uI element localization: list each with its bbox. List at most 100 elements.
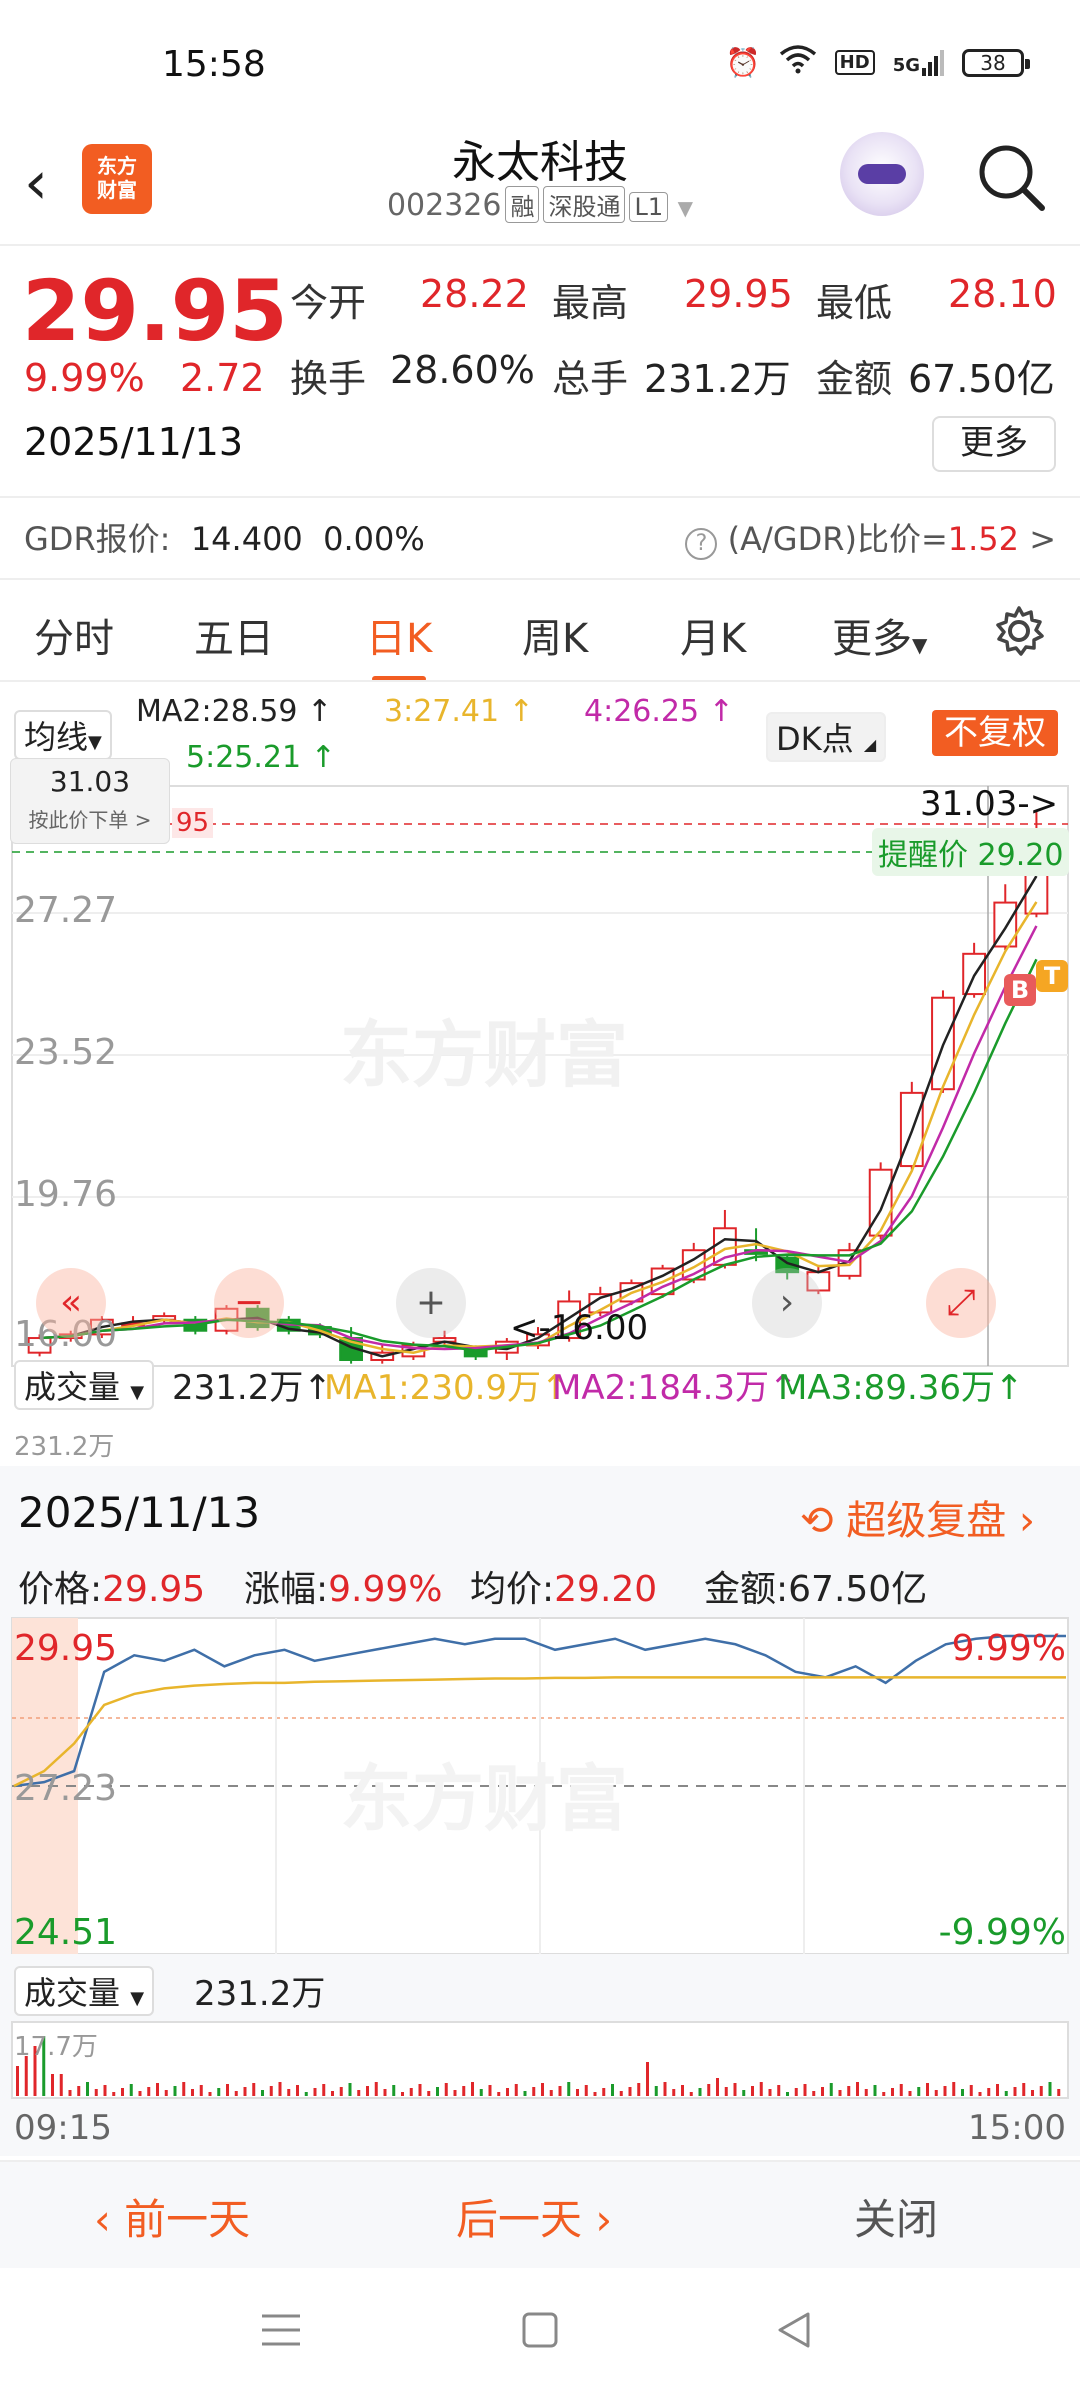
volume-bar [733, 2083, 737, 2096]
hd-icon: HD [834, 50, 875, 75]
volume-bar [296, 2085, 299, 2096]
volume-bar [969, 2085, 973, 2096]
tab-intraday[interactable]: 分时 [34, 606, 114, 664]
volume-bar [549, 2090, 553, 2096]
intraday-pct-bottom: -9.99% [938, 1912, 1066, 1953]
tab-five-day[interactable]: 五日 [194, 606, 274, 664]
volume-bar [707, 2084, 711, 2096]
zoom-out-icon[interactable]: − [214, 1268, 284, 1338]
volume-bar [86, 2082, 89, 2096]
next-day-button[interactable]: 后一天 › [456, 2186, 612, 2247]
candle-body [868, 1168, 893, 1237]
volume-bar [208, 2092, 212, 2096]
volume-bar [523, 2091, 527, 2096]
volume-bar [77, 2086, 81, 2096]
volume-bar [383, 2089, 387, 2096]
volume-bar [812, 2091, 816, 2096]
close-button[interactable]: 关闭 [854, 2186, 938, 2247]
y-tick-2: 23.52 [14, 1032, 118, 1073]
volume-bar [1057, 2089, 1061, 2096]
quote-date: 2025/11/13 [24, 420, 244, 464]
volume-bar [637, 2083, 641, 2096]
tab-daily-k[interactable]: 日K [366, 606, 432, 682]
assistant-robot-icon[interactable] [840, 132, 924, 216]
volume-bar [829, 2083, 833, 2096]
alert-price-tag[interactable]: 提醒价 29.20 [872, 828, 1070, 876]
ma3-line [39, 901, 1038, 1354]
volume-bar [366, 2086, 369, 2096]
back-triangle-icon[interactable] [776, 2312, 812, 2352]
intraday-volume-value: 231.2万 [194, 1974, 326, 2014]
volume-bar [856, 2082, 859, 2096]
volume-bar [978, 2092, 982, 2096]
fullscreen-icon[interactable]: ⤢ [926, 1268, 996, 1338]
ma-selector[interactable]: 均线▼ [14, 710, 112, 760]
zoom-in-icon[interactable]: + [396, 1268, 466, 1338]
volume-bar [794, 2088, 798, 2096]
super-replay-link[interactable]: ⟲ 超级复盘 › [800, 1488, 1035, 1546]
turnover-value: 28.60% [390, 348, 535, 392]
scroll-right-icon[interactable]: › [752, 1268, 822, 1338]
volume-bar [996, 2084, 999, 2096]
intraday-volume-chart [11, 2021, 1069, 2099]
volume-bar [821, 2087, 824, 2096]
tag-margin: 融 [505, 186, 540, 223]
tab-weekly-k[interactable]: 周K [522, 606, 588, 664]
volume-indicator-selector[interactable]: 成交量 ▼ [14, 1360, 155, 1410]
volume-bar [506, 2088, 509, 2096]
volume-bar [724, 2087, 728, 2096]
volume-bar [401, 2092, 404, 2096]
change-amount: 2.72 [180, 356, 265, 400]
volume-bar [453, 2090, 457, 2096]
gdr-ratio-link[interactable]: ? (A/GDR)比价=1.52 > [685, 514, 1056, 560]
tab-more[interactable]: 更多▼ [832, 606, 927, 664]
buy-marker[interactable]: B [1004, 974, 1036, 1006]
volume-bar [576, 2089, 579, 2096]
volume-value-label: 231.2万↑ [172, 1368, 332, 1408]
volume-field: 总手 [552, 357, 629, 401]
volume-bar [681, 2085, 684, 2096]
volume-bar [444, 2083, 448, 2096]
volume-bar [252, 2083, 256, 2096]
status-bar: 15:58 ⏰ HD 5G 38 [0, 0, 1080, 120]
more-button[interactable]: 更多 [932, 416, 1056, 472]
replay-date: 2025/11/13 [18, 1488, 261, 1537]
menu-icon[interactable] [262, 2312, 300, 2352]
sell-marker[interactable]: T [1036, 960, 1068, 992]
volume-bar [121, 2088, 124, 2096]
intraday-chart[interactable]: 东方财富 [0, 1614, 1080, 1954]
ma4-line [39, 925, 1038, 1351]
intraday-y-top: 29.95 [14, 1628, 118, 1669]
volume-bar [908, 2091, 912, 2096]
tab-monthly-k[interactable]: 月K [680, 606, 746, 664]
scroll-left-icon[interactable]: « [36, 1268, 106, 1338]
settings-gear-icon[interactable] [992, 604, 1046, 668]
volume-bar [873, 2085, 877, 2096]
prev-day-button[interactable]: ‹ 前一天 [94, 2186, 250, 2247]
volume-bar [243, 2087, 247, 2096]
volume-bar [147, 2087, 151, 2096]
replay-avg: 均价:29.20 [470, 1569, 658, 1610]
chart-watermark: 东方财富 [340, 1013, 628, 1097]
help-icon[interactable]: ? [685, 528, 718, 560]
y-tick-1: 27.27 [14, 890, 118, 931]
volume-bar [759, 2082, 763, 2096]
adjust-mode-button[interactable]: 不复权 [932, 710, 1058, 756]
volume-bar [191, 2089, 194, 2096]
order-price-popup[interactable]: 31.03 按此价下单 > [10, 758, 170, 844]
search-icon[interactable] [976, 142, 1046, 212]
high-price-pointer: 31.03-> [920, 784, 1059, 824]
dk-point-button[interactable]: DK点 ◢ [766, 712, 887, 762]
volume-bar [864, 2089, 868, 2096]
y-tick-3: 19.76 [14, 1174, 118, 1215]
battery-icon: 38 [962, 48, 1030, 77]
volume-bar [357, 2090, 361, 2096]
volume-bar [471, 2082, 474, 2096]
gdr-quote: GDR报价: 14.400 0.00% [24, 520, 425, 558]
replay-price: 价格:29.95 [18, 1569, 206, 1610]
low-field: 最低 [816, 281, 893, 325]
last-price: 29.95 [22, 262, 288, 360]
volume-bar [164, 2090, 168, 2096]
home-icon[interactable] [522, 2312, 558, 2352]
intraday-volume-selector[interactable]: 成交量 ▼ [14, 1966, 155, 2016]
